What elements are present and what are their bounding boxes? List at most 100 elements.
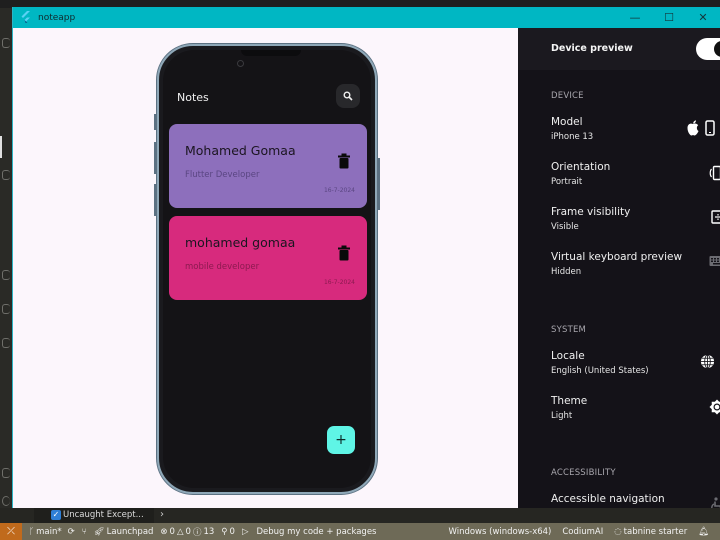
launchpad-button[interactable]: 🚀︎ Launchpad xyxy=(94,527,154,537)
note-card[interactable]: mohamed gomaa mobile developer 16-7-2024 xyxy=(169,216,367,300)
branch-status[interactable]: ᚴ main* ⟳ xyxy=(29,527,75,537)
phone-side-button xyxy=(377,158,380,210)
trash-icon xyxy=(341,245,347,248)
breakpoint-checkbox[interactable]: ✓ xyxy=(51,510,61,520)
branch-name: main* xyxy=(36,526,62,537)
debug-run-icon: ▷ xyxy=(241,526,249,537)
ports-count: 0 xyxy=(229,526,235,537)
search-icon xyxy=(343,91,353,101)
window-controls: — ☐ ✕ xyxy=(618,7,720,28)
setting-frame-visibility[interactable]: Frame visibility Visible xyxy=(551,206,720,246)
debug-config-label: Debug my code + packages xyxy=(256,526,377,537)
globe-icon xyxy=(701,354,715,369)
tabnine-status[interactable]: ◌ tabnine starter xyxy=(614,527,687,537)
git-graph-icon: ⑂ xyxy=(81,526,87,537)
delete-button[interactable] xyxy=(337,153,351,169)
setting-label: Frame visibility xyxy=(551,206,631,218)
panel-title: Device preview xyxy=(551,43,633,54)
device-preview-toggle[interactable] xyxy=(696,38,720,60)
section-heading-accessibility: ACCESSIBILITY xyxy=(551,468,616,478)
search-button[interactable] xyxy=(336,84,360,108)
note-title: Mohamed Gomaa xyxy=(185,143,296,158)
setting-label: Virtual keyboard preview xyxy=(551,251,683,263)
setting-accessible-navigation[interactable]: Accessible navigation Disabled xyxy=(551,493,720,509)
notifications-button[interactable]: 🔔︎ xyxy=(698,527,709,537)
phone-notch xyxy=(241,50,301,56)
app-window: noteapp — ☐ ✕ Notes Mohamed Gomaa Flutte… xyxy=(12,7,720,509)
sync-icon[interactable]: ⟳ xyxy=(68,527,75,537)
gear-icon[interactable] xyxy=(2,496,10,506)
setting-theme[interactable]: Theme Light xyxy=(551,395,720,435)
warning-count: 0 xyxy=(185,526,191,537)
rocket-icon: 🚀︎ xyxy=(93,526,105,537)
screen-rotation-icon xyxy=(709,165,720,181)
phone-screen: Notes Mohamed Gomaa Flutter Developer 16… xyxy=(163,50,371,488)
section-heading-system: SYSTEM xyxy=(551,325,587,335)
note-date: 16-7-2024 xyxy=(323,279,355,286)
maximize-button[interactable]: ☐ xyxy=(652,7,686,28)
setting-value: English (United States) xyxy=(551,366,649,376)
camera-icon xyxy=(237,60,244,67)
activity-icon[interactable] xyxy=(2,38,10,48)
activity-icon[interactable] xyxy=(2,304,10,314)
git-graph-button[interactable]: ⑂ xyxy=(82,527,87,537)
debug-breakpoints-bar: ✓ Uncaught Except... › xyxy=(0,508,720,523)
problems-status[interactable]: ⊗ 0 △ 0 ⓘ 13 xyxy=(160,526,214,538)
setting-value: Hidden xyxy=(551,267,582,277)
phone-side-button xyxy=(154,184,157,216)
title-bar: noteapp — ☐ ✕ xyxy=(13,7,720,28)
activity-icon[interactable] xyxy=(2,338,10,348)
window-title: noteapp xyxy=(38,12,76,23)
phone-side-button xyxy=(154,114,157,130)
setting-orientation[interactable]: Orientation Portrait xyxy=(551,161,720,201)
note-card[interactable]: Mohamed Gomaa Flutter Developer 16-7-202… xyxy=(169,124,367,208)
phone-icon xyxy=(705,120,715,136)
setting-label: Theme xyxy=(551,395,588,407)
info-count: 13 xyxy=(203,526,215,537)
setting-label: Orientation xyxy=(551,161,611,173)
info-icon: ⓘ xyxy=(192,527,202,538)
activity-icon[interactable] xyxy=(2,72,10,82)
setting-icons: › xyxy=(700,354,720,369)
codium-status[interactable]: CodiumAI xyxy=(562,527,603,537)
setting-icons xyxy=(709,399,720,415)
setting-model[interactable]: Model iPhone 13 › xyxy=(551,116,720,156)
setting-label: Model xyxy=(551,116,583,128)
close-button[interactable]: ✕ xyxy=(686,7,720,28)
breakpoint-label[interactable]: Uncaught Except... xyxy=(63,510,144,520)
flutter-logo-icon xyxy=(21,10,30,23)
setting-virtual-keyboard[interactable]: Virtual keyboard preview Hidden xyxy=(551,251,720,291)
setting-icons: › xyxy=(686,120,720,136)
note-date: 16-7-2024 xyxy=(323,187,355,194)
ports-icon: ⚲ xyxy=(221,526,228,537)
setting-locale[interactable]: Locale English (United States) › xyxy=(551,350,720,390)
add-note-button[interactable]: + xyxy=(327,426,355,454)
warning-icon: △ xyxy=(176,526,184,537)
device-preview-area: Notes Mohamed Gomaa Flutter Developer 16… xyxy=(13,28,518,509)
launchpad-label: Launchpad xyxy=(106,526,154,537)
minimize-button[interactable]: — xyxy=(618,7,652,28)
remote-button[interactable]: ⤫ xyxy=(0,523,22,540)
activity-selection-indicator xyxy=(0,136,2,158)
setting-icons xyxy=(709,255,720,267)
ports-status[interactable]: ⚲ 0 xyxy=(221,527,235,537)
note-title: mohamed gomaa xyxy=(185,235,296,250)
keyboard-icon xyxy=(709,256,720,266)
remote-icon: ⤫ xyxy=(7,526,15,537)
setting-label: Accessible navigation xyxy=(551,493,665,505)
bell-icon: 🔔︎ xyxy=(698,526,709,537)
git-branch-icon: ᚴ xyxy=(29,526,35,537)
trash-icon xyxy=(341,153,347,156)
toggle-knob xyxy=(714,41,720,57)
note-subtitle: Flutter Developer xyxy=(185,170,260,180)
debug-config-button[interactable]: ▷ Debug my code + packages xyxy=(242,527,377,537)
chevron-right-icon[interactable]: › xyxy=(160,509,164,520)
platform-status[interactable]: Windows (windows-x64) xyxy=(448,527,551,537)
activity-icon[interactable] xyxy=(2,468,10,478)
setting-value: Visible xyxy=(551,222,579,232)
activity-icon[interactable] xyxy=(2,170,10,180)
delete-button[interactable] xyxy=(337,245,351,261)
note-subtitle: mobile developer xyxy=(185,262,260,272)
activity-icon[interactable] xyxy=(2,270,10,280)
error-count: 0 xyxy=(169,526,175,537)
